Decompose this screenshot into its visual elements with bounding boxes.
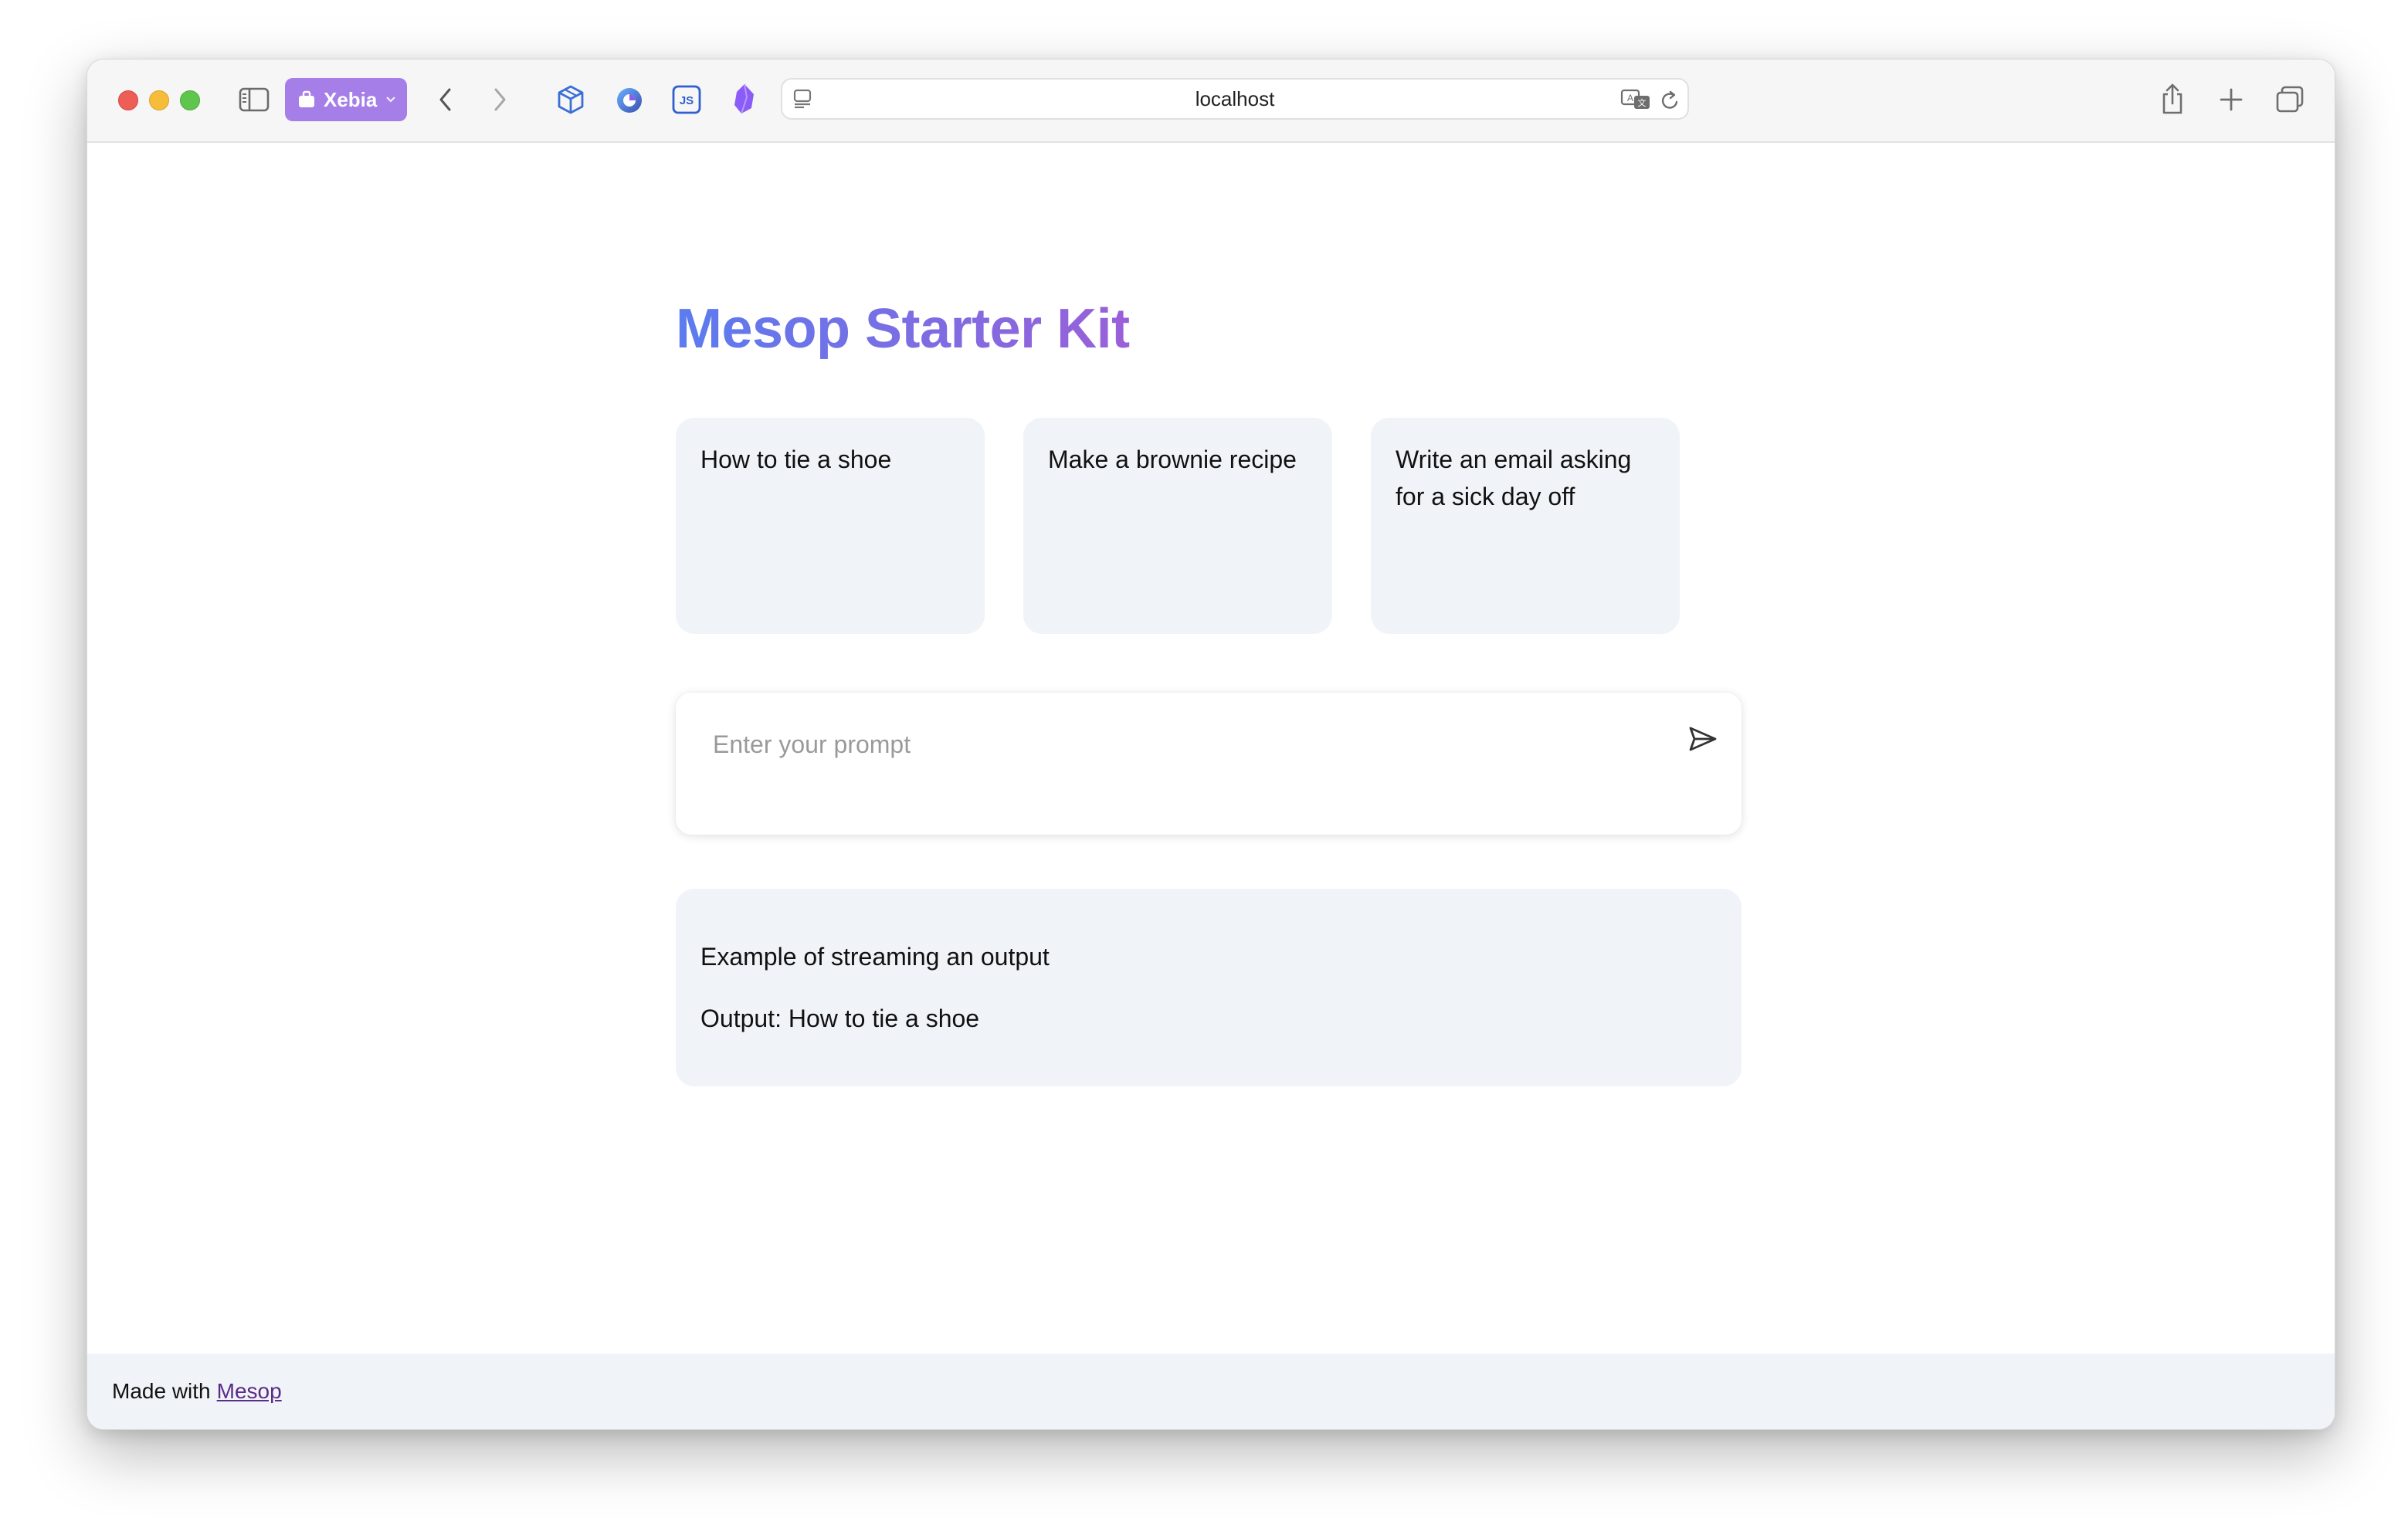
tab-overview-icon[interactable]	[2273, 83, 2307, 117]
new-tab-icon[interactable]	[2216, 84, 2247, 115]
footer: Made with Mesop	[87, 1354, 2335, 1429]
browser-window: Xebia JS localhost A 文 Mesop Starter Kit…	[86, 59, 2335, 1430]
chevron-left-icon	[439, 88, 451, 111]
output-panel: Example of streaming an output Output: H…	[676, 889, 1742, 1086]
maximize-window-button[interactable]	[180, 90, 200, 110]
send-button[interactable]	[1684, 720, 1721, 757]
example-card-brownie[interactable]: Make a brownie recipe	[1023, 418, 1332, 634]
profile-switcher[interactable]: Xebia	[285, 78, 407, 121]
cube-icon[interactable]	[554, 83, 588, 117]
svg-text:JS: JS	[680, 94, 694, 107]
back-button[interactable]	[430, 84, 461, 115]
browser-toolbar: Xebia JS localhost A 文	[87, 59, 2335, 143]
send-icon	[1689, 727, 1717, 751]
prompt-box	[676, 693, 1742, 835]
example-card-sick-day[interactable]: Write an email asking for a sick day off	[1371, 418, 1680, 634]
svg-text:A: A	[1627, 93, 1633, 103]
close-window-button[interactable]	[118, 90, 138, 110]
briefcase-icon	[297, 90, 316, 109]
address-url: localhost	[1195, 86, 1275, 110]
page-content: Mesop Starter Kit How to tie a shoe Make…	[87, 143, 2335, 1355]
firefox-relay-icon[interactable]	[612, 83, 646, 117]
example-card-tie-shoe[interactable]: How to tie a shoe	[676, 418, 985, 634]
svg-text:文: 文	[1638, 97, 1647, 108]
mesop-link[interactable]: Mesop	[217, 1379, 282, 1404]
address-bar[interactable]: localhost A 文	[781, 78, 1689, 120]
prompt-input[interactable]	[713, 725, 1640, 764]
js-icon[interactable]: JS	[670, 83, 704, 117]
output-text: Output: How to tie a shoe	[700, 1005, 980, 1032]
profile-label: Xebia	[324, 87, 378, 111]
forward-button[interactable]	[484, 84, 515, 115]
reload-icon[interactable]	[1658, 87, 1683, 114]
minimize-window-button[interactable]	[149, 90, 169, 110]
chevron-right-icon	[494, 88, 506, 111]
translate-icon[interactable]: A 文	[1619, 86, 1653, 114]
obsidian-icon[interactable]	[727, 81, 761, 117]
sidebar-toggle-icon[interactable]	[239, 86, 270, 114]
output-heading: Example of streaming an output	[700, 943, 1050, 971]
share-icon[interactable]	[2157, 80, 2188, 118]
chevron-down-icon	[385, 95, 397, 104]
footer-text: Made with	[112, 1379, 211, 1403]
page-title: Mesop Starter Kit	[676, 298, 1130, 360]
